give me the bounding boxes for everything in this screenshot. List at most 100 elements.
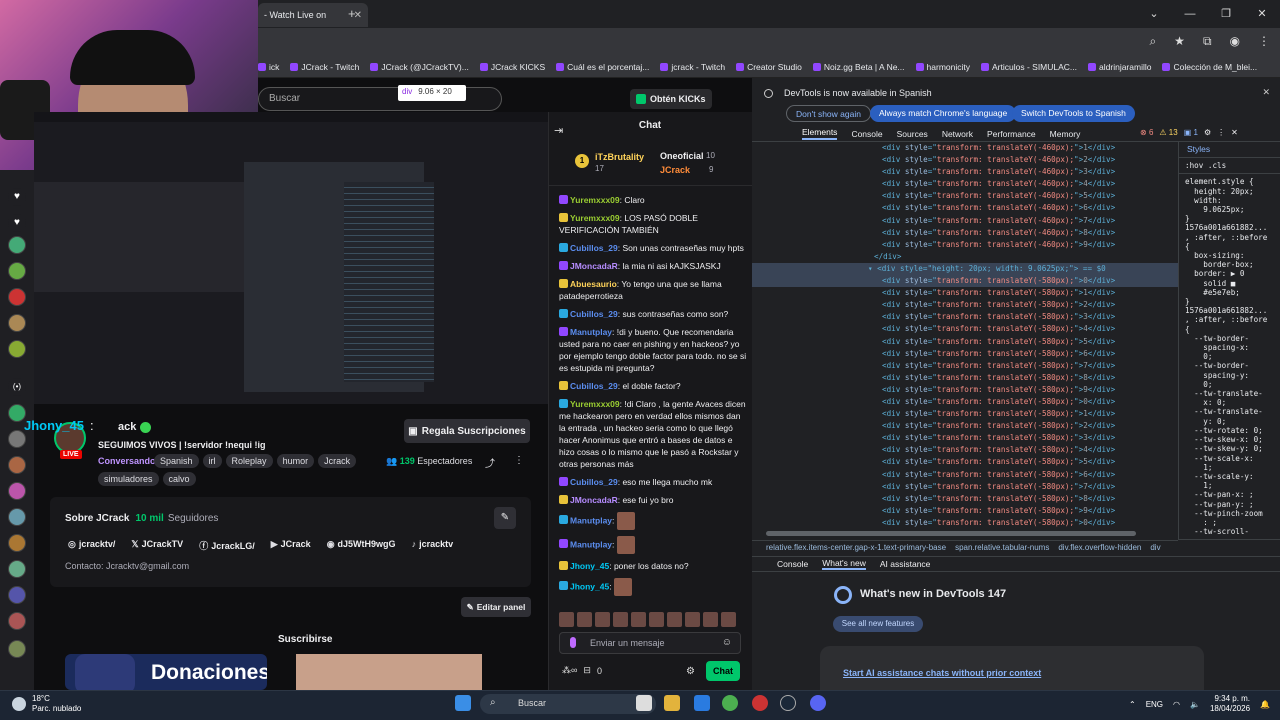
dom-node[interactable]: <div style="transform: translateY(-580px… — [752, 336, 1178, 348]
chat-username[interactable]: Abuesaurio — [570, 279, 617, 289]
chat-username[interactable]: JMoncadaR — [570, 261, 618, 271]
channel-avatar[interactable] — [8, 560, 26, 578]
emote[interactable] — [631, 612, 646, 627]
cls-toggle[interactable]: .cls — [1208, 161, 1226, 170]
channel-avatar[interactable] — [8, 534, 26, 552]
emote[interactable] — [649, 612, 664, 627]
bookmark-item[interactable]: Creator Studio — [736, 62, 802, 72]
tag-chip[interactable]: Spanish — [154, 454, 199, 468]
dom-node[interactable]: <div style="transform: translateY(-580px… — [752, 408, 1178, 420]
chat-username[interactable]: Jhony_45 — [570, 561, 609, 571]
volume-icon[interactable]: 🔈 — [1190, 700, 1200, 709]
chat-input[interactable]: Enviar un mensaje ☺ — [559, 632, 741, 654]
discord-icon[interactable] — [810, 695, 826, 711]
channel-avatar[interactable] — [8, 640, 26, 658]
social-link[interactable]: ◎ jcracktv/ — [68, 539, 115, 552]
leader-name[interactable]: JCrack — [660, 165, 690, 175]
chevron-down-icon[interactable]: ⌄ — [1136, 0, 1172, 28]
zoom-icon[interactable]: ⌕ — [1149, 34, 1156, 49]
dom-node[interactable]: <div style="transform: translateY(-580px… — [752, 505, 1178, 517]
chat-username[interactable]: Yuremxxx09 — [570, 195, 620, 205]
channel-name[interactable]: ack — [118, 421, 152, 433]
styles-tab[interactable]: Styles — [1187, 144, 1210, 154]
see-all-features-button[interactable]: See all new features — [833, 616, 923, 632]
windows-start-icon[interactable] — [455, 695, 471, 711]
breadcrumb-item[interactable]: span.relative.tabular-nums — [955, 543, 1049, 552]
category-link[interactable]: Conversando — [98, 456, 156, 466]
extensions-icon[interactable]: ⧉ — [1203, 34, 1212, 49]
drawer-tab[interactable]: Console — [777, 559, 808, 569]
dom-node[interactable]: <div style="transform: translateY(-580px… — [752, 323, 1178, 335]
bookmark-item[interactable]: jcrack - Twitch — [660, 62, 725, 72]
get-kicks-button[interactable]: Obtén KICKs — [630, 89, 712, 109]
close-devtools-icon[interactable]: ✕ — [1231, 128, 1238, 137]
drawer-tab[interactable]: What's new — [822, 558, 866, 570]
tag-chip[interactable]: calvo — [162, 472, 196, 486]
donations-panel[interactable]: Donaciones — [65, 654, 267, 690]
dom-node[interactable]: <div style="transform: translateY(-460px… — [752, 190, 1178, 202]
heart-icon[interactable]: ♥ — [8, 188, 26, 206]
more-icon[interactable]: ⋮ — [514, 455, 524, 466]
dom-node[interactable]: <div style="transform: translateY(-580px… — [752, 372, 1178, 384]
channel-avatar[interactable] — [8, 456, 26, 474]
dom-node[interactable]: <div style="transform: translateY(-460px… — [752, 166, 1178, 178]
more-icon[interactable]: ⋮ — [1217, 128, 1225, 137]
emote[interactable] — [703, 612, 718, 627]
bookmark-item[interactable]: harmonicity — [915, 62, 970, 72]
social-link[interactable]: ◉ dJ5WtH9wgG — [327, 539, 396, 552]
ai-assistance-link[interactable]: Start AI assistance chats without prior … — [843, 668, 1041, 678]
dom-node[interactable]: <div style="transform: translateY(-580px… — [752, 420, 1178, 432]
breadcrumb-item[interactable]: relative.flex.items-center.gap-x-1.text-… — [766, 543, 946, 552]
dom-node[interactable]: <div style="transform: translateY(-460px… — [752, 227, 1178, 239]
social-link[interactable]: ▶ JCrack — [271, 539, 311, 552]
chat-username[interactable]: Yuremxxx09 — [570, 399, 620, 409]
breadcrumb-item[interactable]: div.flex.overflow-hidden — [1058, 543, 1141, 552]
dom-node[interactable]: <div style="transform: translateY(-460px… — [752, 142, 1178, 154]
dom-node[interactable]: <div style="transform: translateY(-580px… — [752, 348, 1178, 360]
dom-tree[interactable]: <div style="transform: translateY(-460px… — [752, 142, 1178, 530]
devtools-tab-memory[interactable]: Memory — [1050, 129, 1081, 139]
chat-username[interactable]: Cubillos_29 — [570, 243, 618, 253]
edit-panel-button[interactable]: ✎ Editar panel — [461, 597, 531, 617]
dom-node[interactable]: <div style="transform: translateY(-580px… — [752, 311, 1178, 323]
task-view-icon[interactable] — [636, 695, 652, 711]
chat-username[interactable]: Manutplay — [570, 327, 612, 337]
dom-node[interactable]: <div style="transform: translateY(-580px… — [752, 432, 1178, 444]
channel-avatar[interactable] — [8, 482, 26, 500]
channel-avatar[interactable] — [8, 340, 26, 358]
chat-username[interactable]: Manutplay — [570, 515, 612, 525]
dom-node[interactable]: <div style="transform: translateY(-580px… — [752, 384, 1178, 396]
chrome-icon[interactable] — [722, 695, 738, 711]
heart-icon[interactable]: ♥ — [8, 214, 26, 232]
bookmark-item[interactable]: aldrinjaramillo — [1088, 62, 1151, 72]
gift-subs-button[interactable]: ▣ Regala Suscripciones — [404, 419, 530, 443]
emote[interactable] — [721, 612, 736, 627]
switch-language-button[interactable]: Switch DevTools to Spanish — [1012, 105, 1135, 122]
channel-avatar[interactable] — [8, 586, 26, 604]
notifications-icon[interactable]: 🔔 — [1260, 700, 1270, 709]
new-tab-icon[interactable]: + — [348, 6, 356, 21]
chevron-up-icon[interactable]: ⌃ — [1129, 700, 1136, 709]
expand-arrow-icon[interactable]: ▾ — [868, 264, 877, 273]
bookmark-item[interactable]: JCrack (@JCrackTV)... — [370, 62, 469, 72]
emote[interactable] — [595, 612, 610, 627]
channel-avatar[interactable] — [8, 508, 26, 526]
mic-icon[interactable] — [570, 637, 576, 648]
chat-settings-icon[interactable]: ⚙ — [686, 666, 695, 677]
chat-username[interactable]: JMoncadaR — [570, 495, 618, 505]
tag-chip[interactable]: simuladores — [98, 472, 159, 486]
dom-node[interactable]: <div style="transform: translateY(-580px… — [752, 456, 1178, 468]
leader-name[interactable]: Oneoficial — [660, 151, 704, 161]
match-language-button[interactable]: Always match Chrome's language — [870, 105, 1017, 122]
wifi-icon[interactable]: ◠ — [1173, 700, 1180, 709]
bookmark-item[interactable]: ick — [258, 62, 279, 72]
dom-node[interactable]: <div style="transform: translateY(-580px… — [752, 481, 1178, 493]
dom-node[interactable]: <div style="transform: translateY(-460px… — [752, 239, 1178, 251]
chat-username[interactable]: Cubillos_29 — [570, 477, 618, 487]
bookmark-item[interactable]: JCrack - Twitch — [290, 62, 359, 72]
emote[interactable] — [667, 612, 682, 627]
dom-node[interactable]: <div style="transform: translateY(-580px… — [752, 275, 1178, 288]
devtools-tab-elements[interactable]: Elements — [802, 127, 838, 140]
channel-avatar[interactable] — [8, 262, 26, 280]
dont-show-again-button[interactable]: Don't show again — [786, 105, 871, 122]
